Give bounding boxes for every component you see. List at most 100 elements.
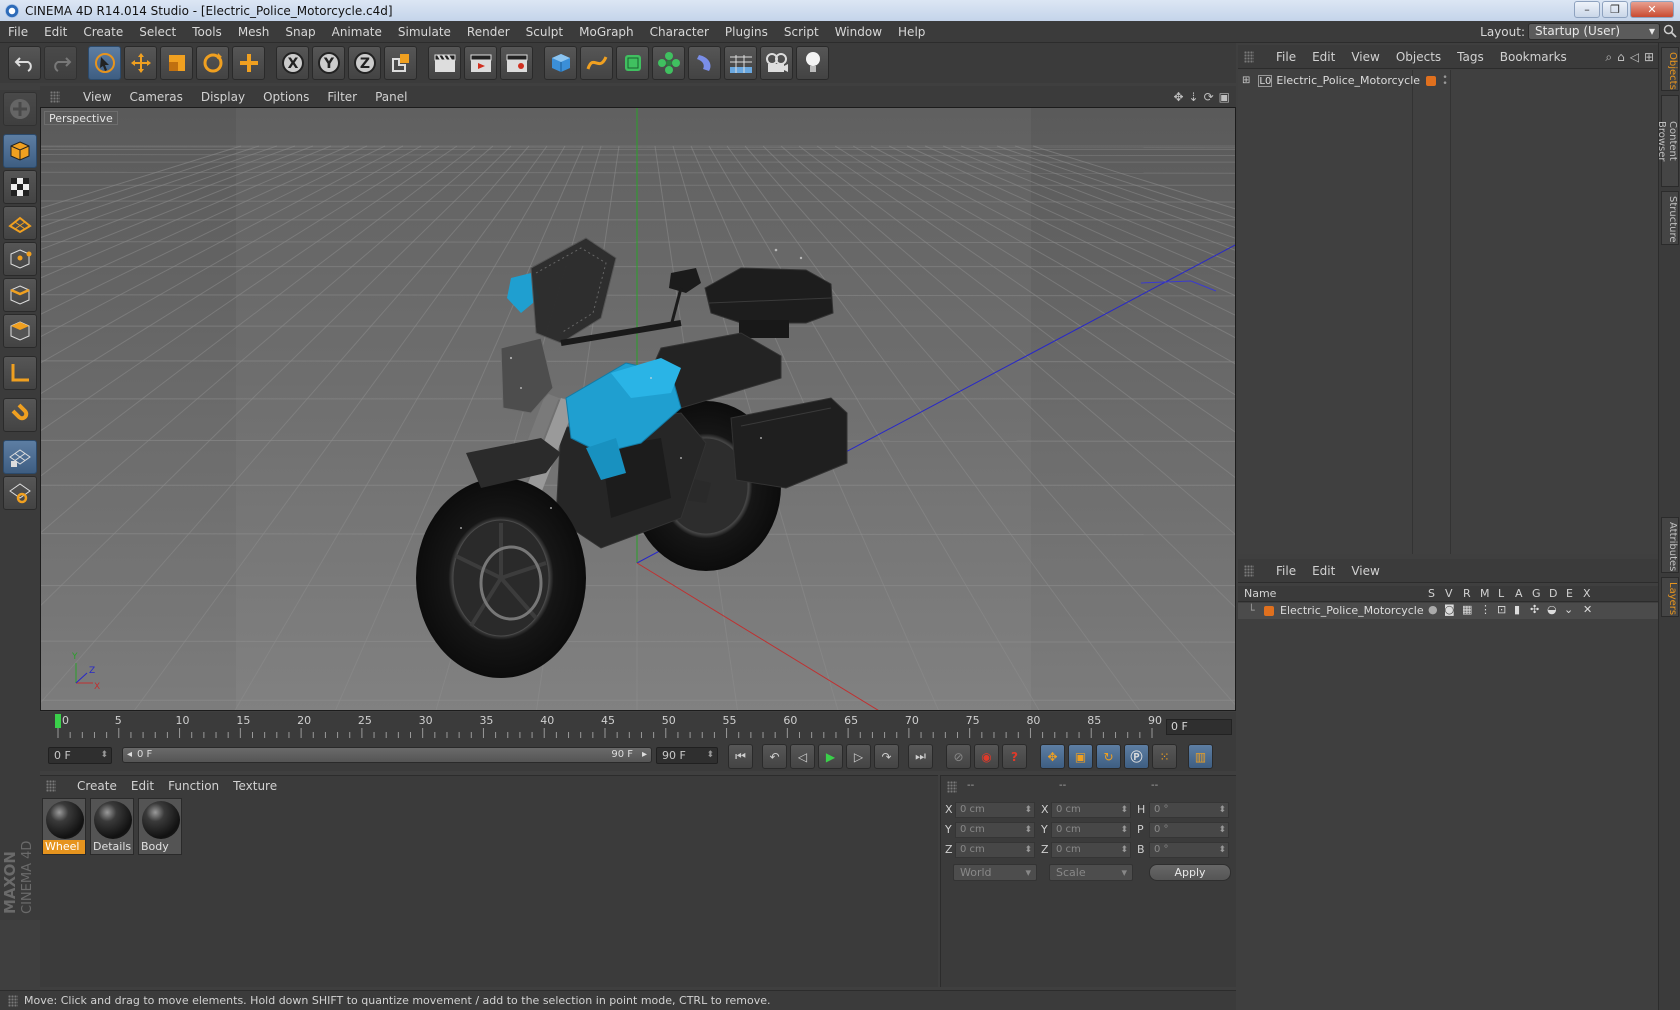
previous-key-button[interactable]: ↶ [762,744,787,769]
frame-ruler[interactable]: 0 5 10 15 20 25 30 35 40 45 50 55 60 65 70 75 80 85 90 [52,712,1162,740]
menu-script[interactable]: Script [776,25,827,39]
film-icon[interactable]: ▮ [1514,603,1520,616]
menu-render[interactable]: Render [459,25,518,39]
objects-menu-objects[interactable]: Objects [1388,50,1449,64]
layers-menu-edit[interactable]: Edit [1304,564,1343,578]
undo-button[interactable] [8,46,41,80]
last-tool-button[interactable] [232,46,265,80]
layer-col-animation[interactable]: A [1515,587,1523,600]
menu-create[interactable]: Create [75,25,131,39]
material-body[interactable]: Body [138,798,182,855]
tab-attributes[interactable]: Attributes [1661,517,1679,573]
objects-menu-bookmarks[interactable]: Bookmarks [1492,50,1575,64]
polygons-mode-button[interactable] [3,314,37,348]
layer-col-view[interactable]: V [1445,587,1453,600]
viewport-scene[interactable]: Y X Z [41,108,1236,711]
tab-objects[interactable]: Objects [1661,47,1679,91]
start-frame-field[interactable]: 0 F ⬍ [48,747,112,764]
end-frame-field[interactable]: 90 F ⬍ [656,747,718,764]
menu-tools[interactable]: Tools [184,25,230,39]
layers-menu-file[interactable]: File [1268,564,1304,578]
key-scale-button[interactable]: ▣ [1068,744,1093,769]
layer-col-expressions[interactable]: E [1566,587,1573,600]
viewport-menu-view[interactable]: View [74,90,120,104]
lock-icon[interactable]: ⊡ [1497,603,1506,616]
material-panel-grip[interactable] [46,780,56,792]
points-mode-button[interactable] [3,242,37,276]
coordinate-system-button[interactable] [384,46,417,80]
layers-panel-grip[interactable] [1244,564,1254,577]
menu-window[interactable]: Window [827,25,890,39]
viewport-menu-panel[interactable]: Panel [366,90,416,104]
position-x-field[interactable]: 0 cm [955,802,1035,818]
timeline-ruler[interactable]: 0 5 10 15 20 25 30 35 40 45 50 55 60 65 70 75 80 85 90 0 F [40,712,1236,740]
menu-sculpt[interactable]: Sculpt [518,25,571,39]
texture-mode-button[interactable] [3,170,37,204]
locked-workplane-button[interactable] [3,476,37,510]
menu-file[interactable]: File [0,25,36,39]
render-clapper-icon[interactable]: ▦ [1462,603,1472,616]
cube-primitive-button[interactable] [544,46,577,80]
timeline-window-button[interactable]: ▥ [1188,744,1213,769]
rotate-button[interactable] [196,46,229,80]
viewport-menu-options[interactable]: Options [254,90,318,104]
menu-simulate[interactable]: Simulate [390,25,459,39]
generator-icon[interactable]: ✣ [1530,603,1539,616]
render-settings-button[interactable] [500,46,533,80]
expression-icon[interactable]: ⌄ [1564,603,1573,616]
move-button[interactable] [124,46,157,80]
nurbs-button[interactable] [616,46,649,80]
redo-button[interactable] [44,46,77,80]
menu-animate[interactable]: Animate [324,25,390,39]
visibility-dots-icon[interactable]: • • [1442,73,1447,88]
layer-col-generators[interactable]: G [1532,587,1541,600]
objects-menu-view[interactable]: View [1343,50,1387,64]
close-button[interactable]: ✕ [1630,1,1674,18]
maximize-view-icon[interactable]: ▣ [1219,90,1230,104]
menu-plugins[interactable]: Plugins [717,25,776,39]
make-editable-button[interactable] [3,92,37,126]
material-menu-edit[interactable]: Edit [124,779,161,793]
rotation-p-field[interactable]: 0 ° [1149,822,1229,838]
autokey-button[interactable]: ? [1002,744,1027,769]
solo-dot-icon[interactable]: ● [1428,603,1438,616]
pan-view-icon[interactable]: ✥ [1173,90,1183,104]
menu-mograph[interactable]: MoGraph [571,25,642,39]
key-rotation-button[interactable]: ↻ [1096,744,1121,769]
x-axis-lock-button[interactable]: X [276,46,309,80]
new-view-icon[interactable]: ⊞ [1644,50,1654,65]
model-mode-button[interactable] [3,134,37,168]
go-to-start-button[interactable]: ⏮ [728,744,753,769]
menu-edit[interactable]: Edit [36,25,75,39]
rotation-h-field[interactable]: 0 ° [1149,802,1229,818]
material-menu-create[interactable]: Create [70,779,124,793]
layer-row[interactable]: └ Electric_Police_Motorcycle ● ◙ ▦ ⋮ ⊡ ▮… [1238,603,1658,619]
axis-mode-button[interactable] [3,356,37,390]
search-icon[interactable] [1663,24,1677,38]
layer-col-solo[interactable]: S [1428,587,1435,600]
menu-mesh[interactable]: Mesh [230,25,278,39]
viewport-camera-label[interactable]: Perspective [44,111,118,125]
viewport-menu-filter[interactable]: Filter [318,90,366,104]
live-selection-button[interactable] [88,46,121,80]
viewport-menu-cameras[interactable]: Cameras [120,90,191,104]
tab-content-browser[interactable]: Content Browser [1656,95,1679,187]
hierarchy-icon[interactable]: ⋮ [1480,603,1491,616]
layer-col-render[interactable]: R [1463,587,1471,600]
rotation-b-field[interactable]: 0 ° [1149,842,1229,858]
layer-col-xref[interactable]: X [1583,587,1591,600]
edges-mode-button[interactable] [3,278,37,312]
layer-color-swatch[interactable] [1264,606,1274,616]
key-position-button[interactable]: ✥ [1040,744,1065,769]
scale-button[interactable] [160,46,193,80]
y-axis-lock-button[interactable]: Y [312,46,345,80]
object-row[interactable]: ⊞ L0 Electric_Police_Motorcycle • • [1242,73,1448,88]
objects-menu-file[interactable]: File [1268,50,1304,64]
expand-icon[interactable]: ⊞ [1242,75,1250,86]
objects-panel-grip[interactable] [1244,50,1254,63]
tab-structure[interactable]: Structure [1661,191,1679,245]
menu-snap[interactable]: Snap [277,25,323,39]
dolly-view-icon[interactable]: ⇣ [1189,90,1199,104]
layout-select[interactable]: Startup (User) [1528,23,1660,40]
deformer-button[interactable] [688,46,721,80]
